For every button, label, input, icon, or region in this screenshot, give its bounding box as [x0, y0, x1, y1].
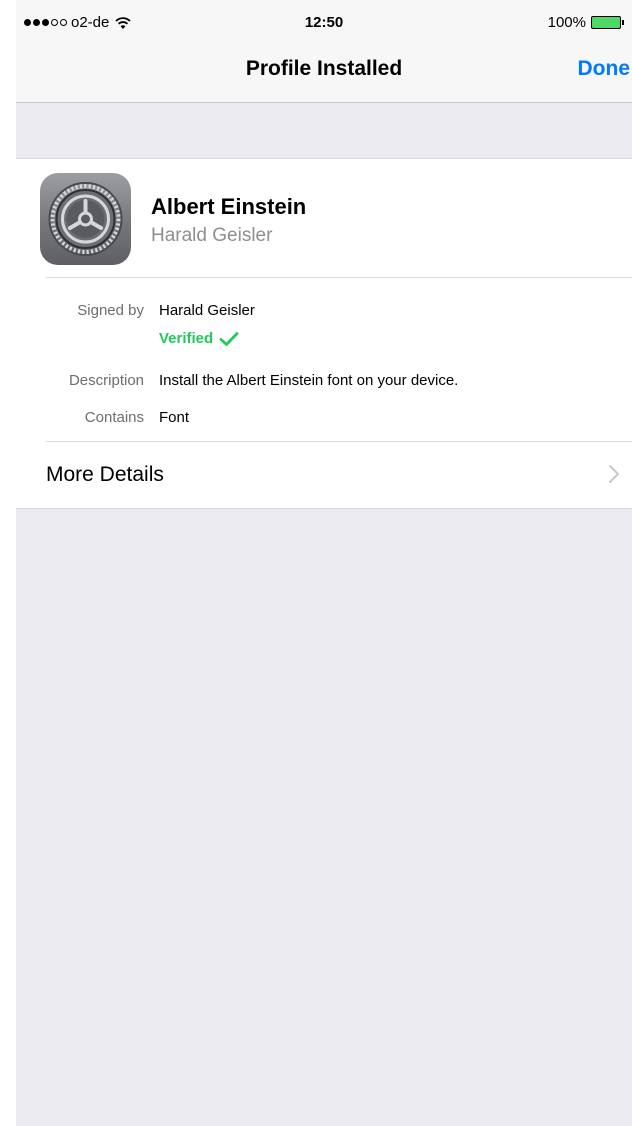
gear-icon — [48, 182, 123, 256]
settings-gear-icon — [40, 173, 131, 265]
battery-icon — [591, 16, 621, 29]
divider — [46, 441, 632, 442]
battery-nub — [622, 20, 624, 25]
profile-card: Albert Einstein Harald Geisler Signed by… — [16, 158, 632, 509]
description-label: Description — [68, 372, 144, 389]
more-details-row[interactable]: More Details — [46, 463, 164, 487]
contains-value: Font — [159, 409, 190, 426]
divider — [46, 277, 632, 278]
verified-status: Verified — [159, 330, 239, 347]
top-bars: o2-de 12:50 100% Profile Installed Done — [16, 0, 632, 103]
battery-percent: 100% — [547, 14, 586, 31]
profile-name: Albert Einstein — [151, 194, 307, 219]
profile-subtitle: Harald Geisler — [151, 225, 273, 246]
checkmark-icon — [219, 331, 239, 346]
page-title: Profile Installed — [245, 57, 403, 80]
signed-by-label: Signed by — [77, 302, 144, 319]
status-time: 12:50 — [304, 14, 344, 31]
ios-screen: o2-de 12:50 100% Profile Installed Done — [16, 0, 632, 1126]
status-bar: o2-de 12:50 100% — [16, 0, 632, 40]
battery-indicator: 100% — [548, 14, 624, 31]
done-button[interactable]: Done — [578, 57, 631, 81]
signed-by-value: Harald Geisler — [159, 302, 255, 319]
chevron-right-icon[interactable] — [608, 464, 620, 484]
description-value: Install the Albert Einstein font on your… — [159, 372, 459, 389]
contains-label: Contains — [84, 409, 144, 426]
verified-label: Verified — [159, 330, 214, 347]
